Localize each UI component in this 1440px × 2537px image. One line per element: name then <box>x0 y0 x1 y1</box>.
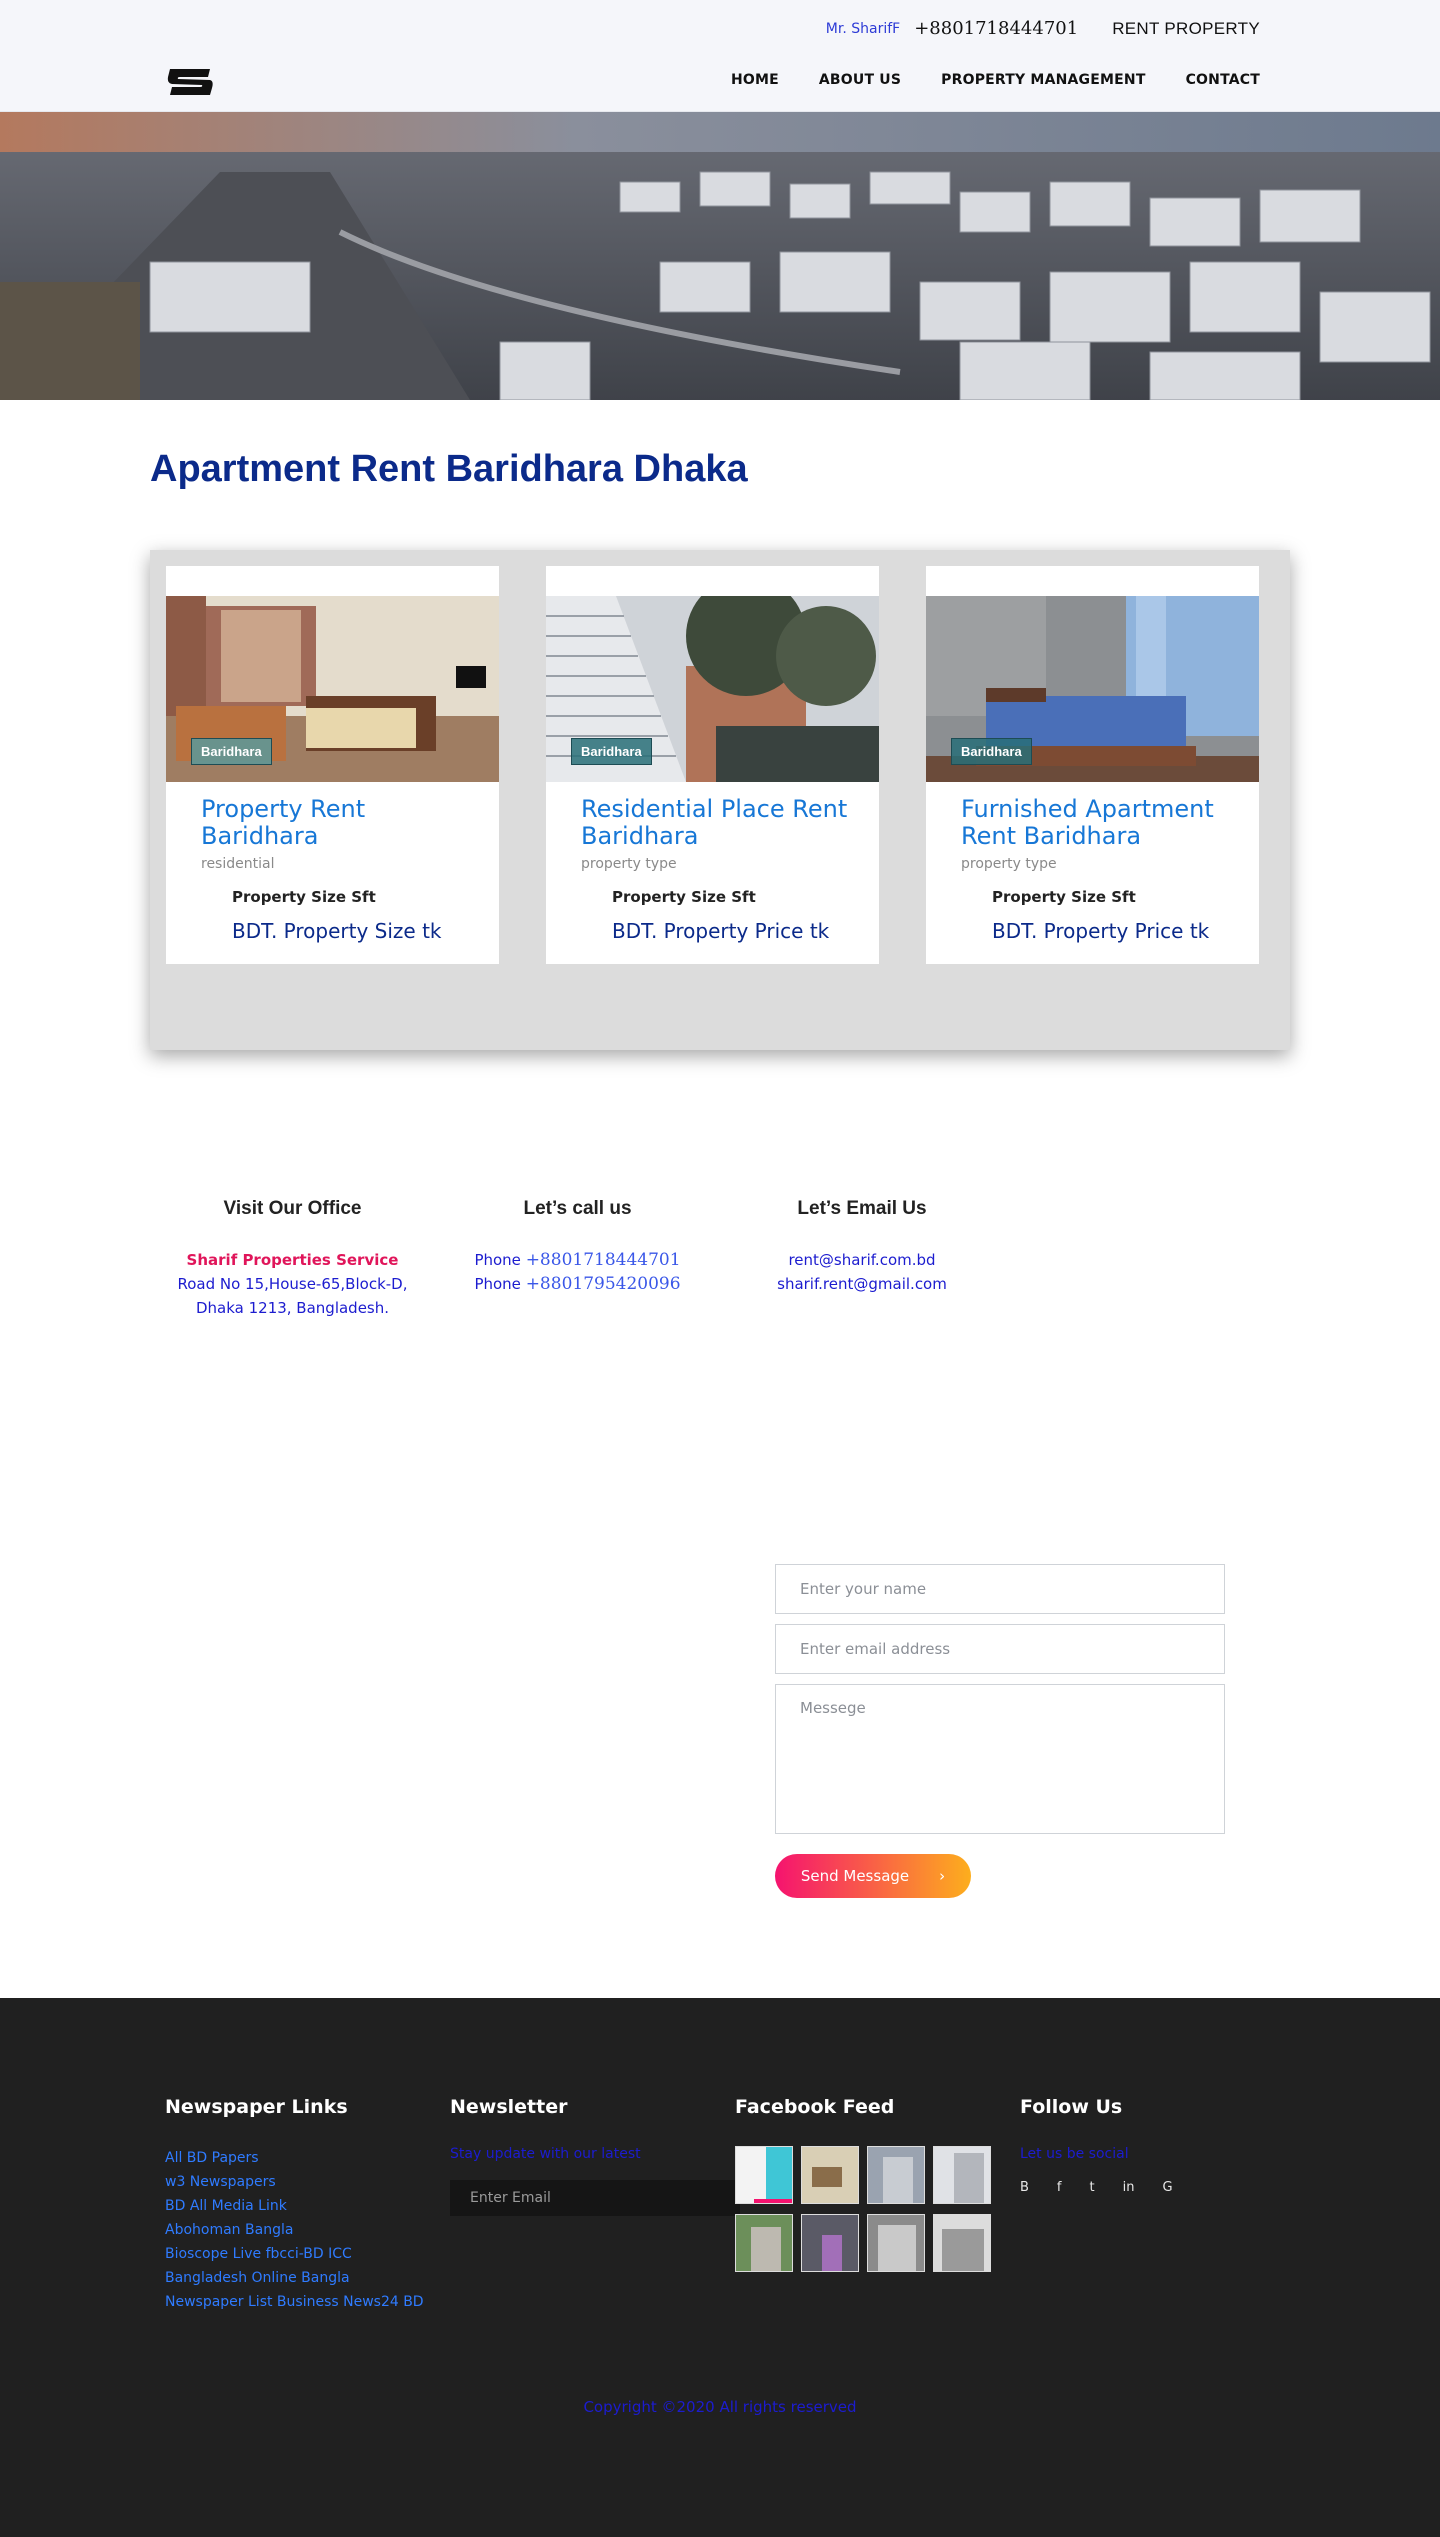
listing-panel: Baridhara Property Rent Baridhara reside… <box>150 550 1290 1050</box>
name-input[interactable]: Enter your name <box>775 1564 1225 1614</box>
phone-line-2: Phone +8801795420096 <box>460 1272 695 1296</box>
listing-size: Property Size Sft <box>992 888 1136 906</box>
footer-link[interactable]: Abohoman Bangla <box>165 2218 424 2242</box>
listing-price: BDT. Property Price tk <box>992 919 1210 943</box>
location-badge[interactable]: Baridhara <box>191 738 272 765</box>
send-label: Send Message <box>800 1867 910 1885</box>
office-heading: Visit Our Office <box>223 1198 362 1219</box>
listing-card[interactable]: Baridhara Property Rent Baridhara reside… <box>166 566 499 964</box>
main-nav: HOME ABOUT US PROPERTY MANAGEMENT CONTAC… <box>731 72 1260 88</box>
twitter-icon[interactable]: t <box>1090 2180 1095 2195</box>
newspaper-heading: Newspaper Links <box>165 2096 348 2118</box>
email-input[interactable]: Enter email address <box>775 1624 1225 1674</box>
feed-photo[interactable] <box>735 2146 793 2204</box>
top-contact-bar: Mr. SharifF +8801718444701 RENT PROPERTY <box>826 18 1260 39</box>
facebook-icon[interactable]: f <box>1057 2180 1062 2195</box>
feed-photo[interactable] <box>867 2146 925 2204</box>
feed-photo[interactable] <box>801 2214 859 2272</box>
phone-number-1[interactable]: +8801718444701 <box>526 1250 681 1270</box>
phone-label: Phone <box>474 1275 521 1293</box>
office-info: Visit Our Office Sharif Properties Servi… <box>170 1198 415 1320</box>
logo-icon[interactable] <box>164 66 216 98</box>
feed-photo[interactable] <box>933 2146 991 2204</box>
social-links: B f t in G <box>1020 2180 1173 2195</box>
listing-card[interactable]: Baridhara Residential Place Rent Baridha… <box>546 566 879 964</box>
listing-type: property type <box>961 856 1057 872</box>
behance-icon[interactable]: B <box>1020 2180 1029 2195</box>
feed-photo[interactable] <box>867 2214 925 2272</box>
city-aerial-illustration <box>0 112 1440 400</box>
brand-label: RENT PROPERTY <box>1112 18 1260 38</box>
company-name: Sharif Properties Service <box>186 1251 399 1269</box>
listing-type: residential <box>201 856 275 872</box>
address-line-1: Road No 15,House-65,Block-D, <box>177 1275 408 1293</box>
newsletter-text: Stay update with our latest <box>450 2146 641 2162</box>
site-header: Mr. SharifF +8801718444701 RENT PROPERTY… <box>0 0 1440 112</box>
footer-link[interactable]: Newspaper List Business News24 BD <box>165 2290 424 2314</box>
footer-link[interactable]: Bangladesh Online Bangla <box>165 2266 424 2290</box>
listing-title[interactable]: Furnished Apartment Rent Baridhara <box>961 796 1241 850</box>
feed-photo[interactable] <box>735 2214 793 2272</box>
phone-label: Phone <box>474 1251 521 1269</box>
nav-property-management[interactable]: PROPERTY MANAGEMENT <box>941 72 1145 88</box>
feed-photo[interactable] <box>801 2146 859 2204</box>
newsletter-email-input[interactable]: Enter Email <box>450 2180 740 2216</box>
hero-city-image <box>0 112 1440 400</box>
email-heading: Let’s Email Us <box>797 1198 927 1219</box>
newsletter: Newsletter Stay update with our latest E… <box>450 2096 740 2216</box>
newspaper-links: Newspaper Links All BD Papers w3 Newspap… <box>165 2096 424 2314</box>
email-info: Let’s Email Us rent@sharif.com.bd sharif… <box>742 1198 982 1296</box>
nav-about-us[interactable]: ABOUT US <box>819 72 901 88</box>
footer-link[interactable]: BD All Media Link <box>165 2194 424 2218</box>
listing-title[interactable]: Residential Place Rent Baridhara <box>581 796 861 850</box>
call-info: Let’s call us Phone +8801718444701 Phone… <box>460 1198 695 1296</box>
copyright-text: Copyright ©2020 All rights reserved <box>583 2398 857 2416</box>
listing-size: Property Size Sft <box>232 888 376 906</box>
newsletter-heading: Newsletter <box>450 2096 568 2118</box>
location-badge[interactable]: Baridhara <box>571 738 652 765</box>
listing-title[interactable]: Property Rent Baridhara <box>201 796 481 850</box>
contact-name: Mr. SharifF <box>825 20 901 37</box>
listing-price: BDT. Property Size tk <box>232 919 442 943</box>
header-phone[interactable]: +8801718444701 <box>914 18 1078 39</box>
email-address-2[interactable]: sharif.rent@gmail.com <box>742 1272 982 1296</box>
nav-home[interactable]: HOME <box>731 72 779 88</box>
follow-text: Let us be social <box>1020 2146 1129 2162</box>
facebook-feed: Facebook Feed <box>735 2096 991 2272</box>
linkedin-icon[interactable]: in <box>1123 2180 1135 2195</box>
call-heading: Let’s call us <box>523 1198 632 1219</box>
follow-heading: Follow Us <box>1020 2096 1123 2118</box>
message-textarea[interactable]: Messege <box>775 1684 1225 1834</box>
facebook-heading: Facebook Feed <box>735 2096 895 2118</box>
feed-photo[interactable] <box>933 2214 991 2272</box>
nav-contact[interactable]: CONTACT <box>1186 72 1260 88</box>
arrow-icon: › <box>939 1867 946 1885</box>
footer-link[interactable]: w3 Newspapers <box>165 2170 424 2194</box>
send-message-button[interactable]: Send Message › <box>775 1854 971 1898</box>
phone-number-2[interactable]: +8801795420096 <box>526 1274 681 1294</box>
listing-card[interactable]: Baridhara Furnished Apartment Rent Barid… <box>926 566 1259 964</box>
follow-us: Follow Us Let us be social B f t in G <box>1020 2096 1173 2195</box>
footer-link[interactable]: All BD Papers <box>165 2146 424 2170</box>
listing-size: Property Size Sft <box>612 888 756 906</box>
listing-price: BDT. Property Price tk <box>612 919 830 943</box>
phone-line-1: Phone +8801718444701 <box>460 1248 695 1272</box>
address-line-2: Dhaka 1213, Bangladesh. <box>195 1299 390 1317</box>
location-badge[interactable]: Baridhara <box>951 738 1032 765</box>
email-address-1[interactable]: rent@sharif.com.bd <box>742 1248 982 1272</box>
site-footer: Newspaper Links All BD Papers w3 Newspap… <box>0 1998 1440 2537</box>
listing-type: property type <box>581 856 677 872</box>
feed-grid <box>735 2146 991 2272</box>
page-title: Apartment Rent Baridhara Dhaka <box>150 448 748 490</box>
footer-link[interactable]: Bioscope Live fbcci-BD ICC <box>165 2242 424 2266</box>
google-icon[interactable]: G <box>1162 2180 1172 2195</box>
